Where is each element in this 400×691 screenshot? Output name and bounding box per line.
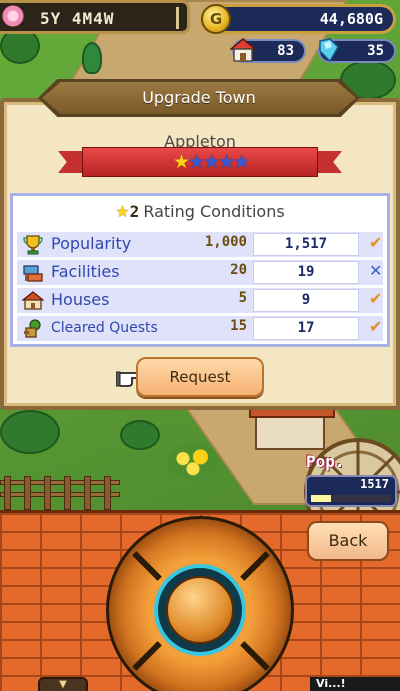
- flower-patch: [168, 445, 218, 479]
- house-icon: [230, 38, 256, 62]
- condition-row-houses: Houses 5 9 ✔: [17, 288, 383, 313]
- dial-spoke: [240, 641, 270, 671]
- bush: [120, 420, 160, 450]
- cross-icon: ✕: [369, 261, 383, 280]
- star-empty-icon: ★: [203, 151, 220, 173]
- expand-down-button[interactable]: ▼: [38, 677, 88, 691]
- house-count-display: 83: [230, 38, 306, 63]
- main-menu-dial[interactable]: [106, 516, 294, 691]
- dial-spoke: [240, 551, 270, 581]
- checkmark-icon: ✔: [369, 317, 383, 336]
- conditions-title: Rating Conditions: [143, 202, 285, 221]
- condition-row-cleared-quests: Cleared Quests 15 17 ✔: [17, 316, 383, 341]
- condition-label: Popularity: [51, 234, 132, 253]
- money-display: G 44,680G: [200, 4, 396, 34]
- rating-conditions-panel: ★2 Rating Conditions Popularity 1,000 1,5…: [10, 193, 390, 347]
- condition-current: 19: [253, 261, 359, 284]
- bush: [0, 410, 60, 454]
- trophy-icon: [23, 235, 43, 255]
- condition-current: 17: [253, 317, 359, 340]
- town-rating-stars: ★★★★★: [173, 151, 250, 173]
- house-icon: [22, 291, 44, 310]
- popularity-progress-fill: [311, 495, 331, 502]
- condition-row-facilities: Facilities 20 19 ✕: [17, 260, 383, 285]
- dialog-title: Upgrade Town: [142, 88, 256, 107]
- date-text: 5Y 4M4W: [40, 9, 115, 28]
- fence: [0, 470, 120, 510]
- condition-row-popularity: Popularity 1,000 1,517 ✔: [17, 232, 383, 257]
- condition-required: 15: [230, 318, 247, 334]
- dial-center-button[interactable]: [166, 576, 234, 644]
- condition-label: Facilities: [51, 262, 120, 281]
- divider: [176, 7, 179, 29]
- coin-icon: G: [201, 4, 231, 34]
- conditions-heading: ★2 Rating Conditions: [13, 202, 387, 221]
- request-button[interactable]: Request: [136, 357, 264, 397]
- condition-required: 5: [238, 290, 247, 306]
- dialog-title-banner: Upgrade Town: [38, 79, 360, 117]
- gem-count-display: 35: [318, 38, 396, 63]
- star-empty-icon: ★: [218, 151, 235, 173]
- star-empty-icon: ★: [233, 151, 250, 173]
- cherry-blossom-icon: [2, 5, 24, 27]
- star-empty-icon: ★: [188, 151, 205, 173]
- house-count: 83: [277, 43, 294, 59]
- target-star-level: 2: [129, 202, 140, 221]
- star-filled-icon: ★: [173, 151, 190, 173]
- bottom-corner-label[interactable]: Vi...!: [310, 677, 400, 691]
- date-display: 5Y 4M4W: [0, 0, 190, 34]
- condition-required: 20: [230, 262, 247, 278]
- dial-spoke: [132, 641, 162, 671]
- quest-icon: [24, 319, 41, 338]
- popularity-meter: 1517: [305, 475, 397, 507]
- back-button[interactable]: Back: [307, 521, 389, 561]
- facility-icon: [23, 265, 43, 282]
- condition-current: 1,517: [253, 233, 359, 256]
- checkmark-icon: ✔: [369, 233, 383, 252]
- gem-count: 35: [367, 43, 384, 59]
- checkmark-icon: ✔: [369, 289, 383, 308]
- condition-label: Cleared Quests: [51, 320, 158, 336]
- gem-icon: [319, 38, 339, 63]
- chevron-down-icon: ▼: [59, 679, 67, 690]
- popularity-label: Pop.: [306, 452, 345, 471]
- tree: [82, 42, 102, 74]
- condition-label: Houses: [51, 290, 110, 309]
- popularity-value: 1517: [360, 477, 389, 491]
- star-icon: ★: [115, 202, 130, 221]
- dial-spoke: [132, 551, 162, 581]
- town-rating-ribbon: ★★★★★: [58, 145, 342, 181]
- condition-current: 9: [253, 289, 359, 312]
- condition-required: 1,000: [204, 234, 247, 250]
- popularity-progress-track: [311, 495, 391, 502]
- money-amount: 44,680G: [319, 10, 383, 28]
